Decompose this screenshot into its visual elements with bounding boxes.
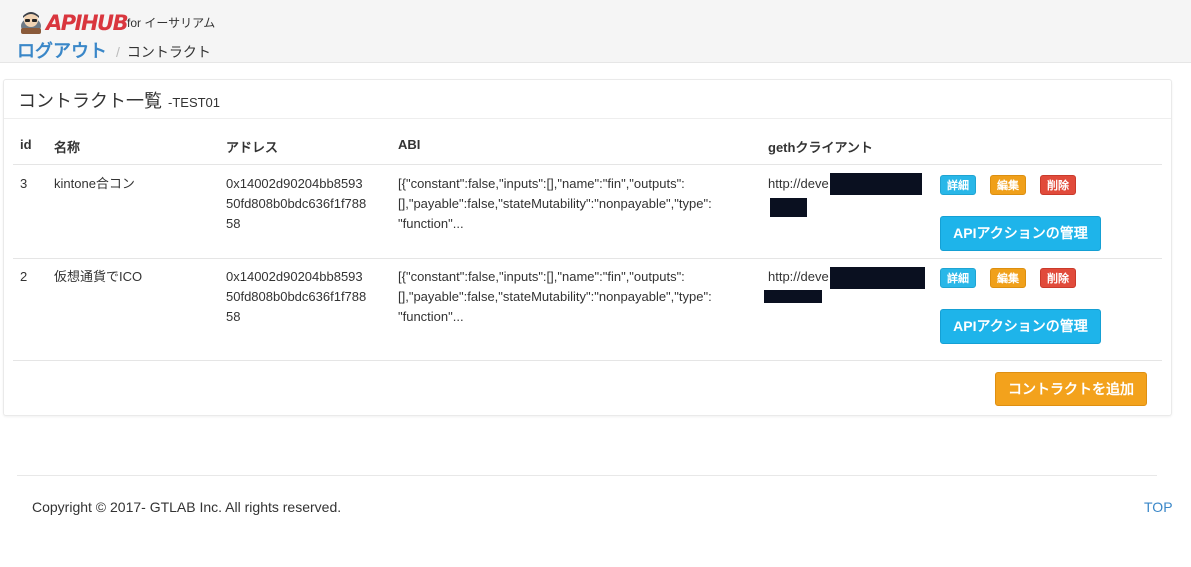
api-action-manage-button[interactable]: APIアクションの管理 (940, 216, 1101, 251)
abi-line: "function"... (398, 216, 464, 231)
address-line: 58 (226, 309, 241, 324)
apihub-logo[interactable]: APIHUB (17, 9, 129, 37)
row-id: 2 (20, 269, 28, 284)
column-header-id: id (20, 137, 32, 152)
row-divider (13, 258, 1162, 259)
abi-line: [{"constant":false,"inputs":[],"name":"f… (398, 176, 685, 191)
breadcrumb-current: コントラクト (126, 44, 211, 60)
row-abi: [{"constant":false,"inputs":[],"name":"f… (398, 174, 748, 234)
address-line: 58 (226, 216, 241, 231)
breadcrumb-separator: / (116, 44, 120, 60)
column-header-geth: gethクライアント (768, 140, 873, 155)
logo-text: APIHUB (46, 11, 129, 35)
copyright-text: Copyright © 2017- GTLAB Inc. All rights … (32, 499, 342, 515)
edit-button[interactable]: 編集 (990, 175, 1026, 195)
row-address: 0x14002d90204bb8593 50fd808b0bdc636f1f78… (226, 174, 386, 234)
row-address: 0x14002d90204bb8593 50fd808b0bdc636f1f78… (226, 267, 386, 327)
logout-link[interactable]: ログアウト (17, 37, 107, 63)
column-header-address: アドレス (226, 140, 279, 155)
breadcrumb: ログアウト / コントラクト (17, 37, 211, 63)
row-geth-url: http://deve (768, 176, 829, 191)
page-title: コントラクト一覧 -TEST01 (18, 87, 220, 113)
header-divider (13, 164, 1162, 165)
redaction-block (830, 173, 922, 195)
column-header-abi: ABI (398, 137, 421, 152)
address-line: 50fd808b0bdc636f1f788 (226, 289, 367, 304)
address-line: 50fd808b0bdc636f1f788 (226, 196, 367, 211)
abi-line: "function"... (398, 309, 464, 324)
redaction-block (830, 267, 925, 289)
detail-button[interactable]: 詳細 (940, 268, 976, 288)
delete-button[interactable]: 削除 (1040, 268, 1076, 288)
top-header: APIHUB for イーサリアム ログアウト / コントラクト (0, 0, 1191, 63)
row-id: 3 (20, 176, 28, 191)
row-name: 仮想通貨でICO (54, 269, 143, 284)
abi-line: [],"payable":false,"stateMutability":"no… (398, 196, 712, 211)
redaction-block (770, 198, 807, 217)
api-action-manage-button[interactable]: APIアクションの管理 (940, 309, 1101, 344)
row-name: kintone合コン (54, 176, 135, 191)
panel-heading: コントラクト一覧 -TEST01 (4, 80, 1171, 119)
add-contract-button[interactable]: コントラクトを追加 (995, 372, 1147, 406)
edit-button[interactable]: 編集 (990, 268, 1026, 288)
address-line: 0x14002d90204bb8593 (226, 176, 363, 191)
delete-button[interactable]: 削除 (1040, 175, 1076, 195)
row-divider (13, 360, 1162, 361)
panel-subtitle: -TEST01 (168, 95, 221, 110)
network-label: for イーサリアム (127, 16, 216, 30)
footer-divider (17, 475, 1157, 476)
address-line: 0x14002d90204bb8593 (226, 269, 363, 284)
mascot-icon (17, 10, 45, 36)
row-abi: [{"constant":false,"inputs":[],"name":"f… (398, 267, 748, 327)
abi-line: [{"constant":false,"inputs":[],"name":"f… (398, 269, 685, 284)
detail-button[interactable]: 詳細 (940, 175, 976, 195)
panel-title-text: コントラクト一覧 (18, 91, 162, 111)
redaction-block (764, 290, 822, 303)
top-link[interactable]: TOP (1144, 499, 1173, 515)
column-header-name: 名称 (54, 140, 81, 155)
abi-line: [],"payable":false,"stateMutability":"no… (398, 289, 712, 304)
row-geth-url: http://deve (768, 269, 829, 284)
